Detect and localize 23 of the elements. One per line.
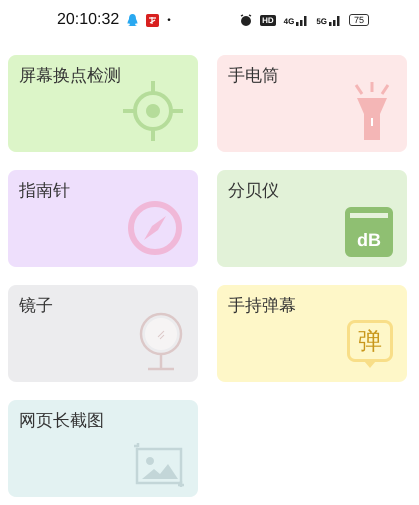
signal-icon (328, 14, 341, 26)
image-icon (134, 443, 184, 487)
decibel-icon: dB (345, 207, 393, 257)
network-label: 5G (316, 16, 327, 26)
tool-card[interactable]: 网页长截图 (8, 400, 198, 497)
tool-card[interactable]: 镜子 (8, 285, 198, 382)
compass-icon (126, 199, 184, 257)
signal-icon (296, 14, 308, 26)
mirror-icon (138, 312, 184, 372)
notification-dot: • (167, 14, 171, 26)
tool-card[interactable]: 屏幕换点检测 (8, 55, 198, 152)
tool-card[interactable]: 手电筒 (217, 55, 407, 152)
tool-card[interactable]: 分贝仪 dB (217, 170, 407, 267)
penguin-icon (127, 14, 138, 26)
crosshair-icon (122, 80, 184, 142)
clock-time: 20:10:32 (57, 11, 120, 29)
hd-badge: HD (260, 14, 276, 26)
battery-level: 75 (348, 14, 369, 26)
tool-card[interactable]: 手持弹幕 弹 (217, 285, 407, 382)
alarm-icon (240, 14, 252, 26)
tool-card[interactable]: 指南针 (8, 170, 198, 267)
app-icon (146, 14, 160, 26)
network-label: 4G (284, 16, 294, 26)
